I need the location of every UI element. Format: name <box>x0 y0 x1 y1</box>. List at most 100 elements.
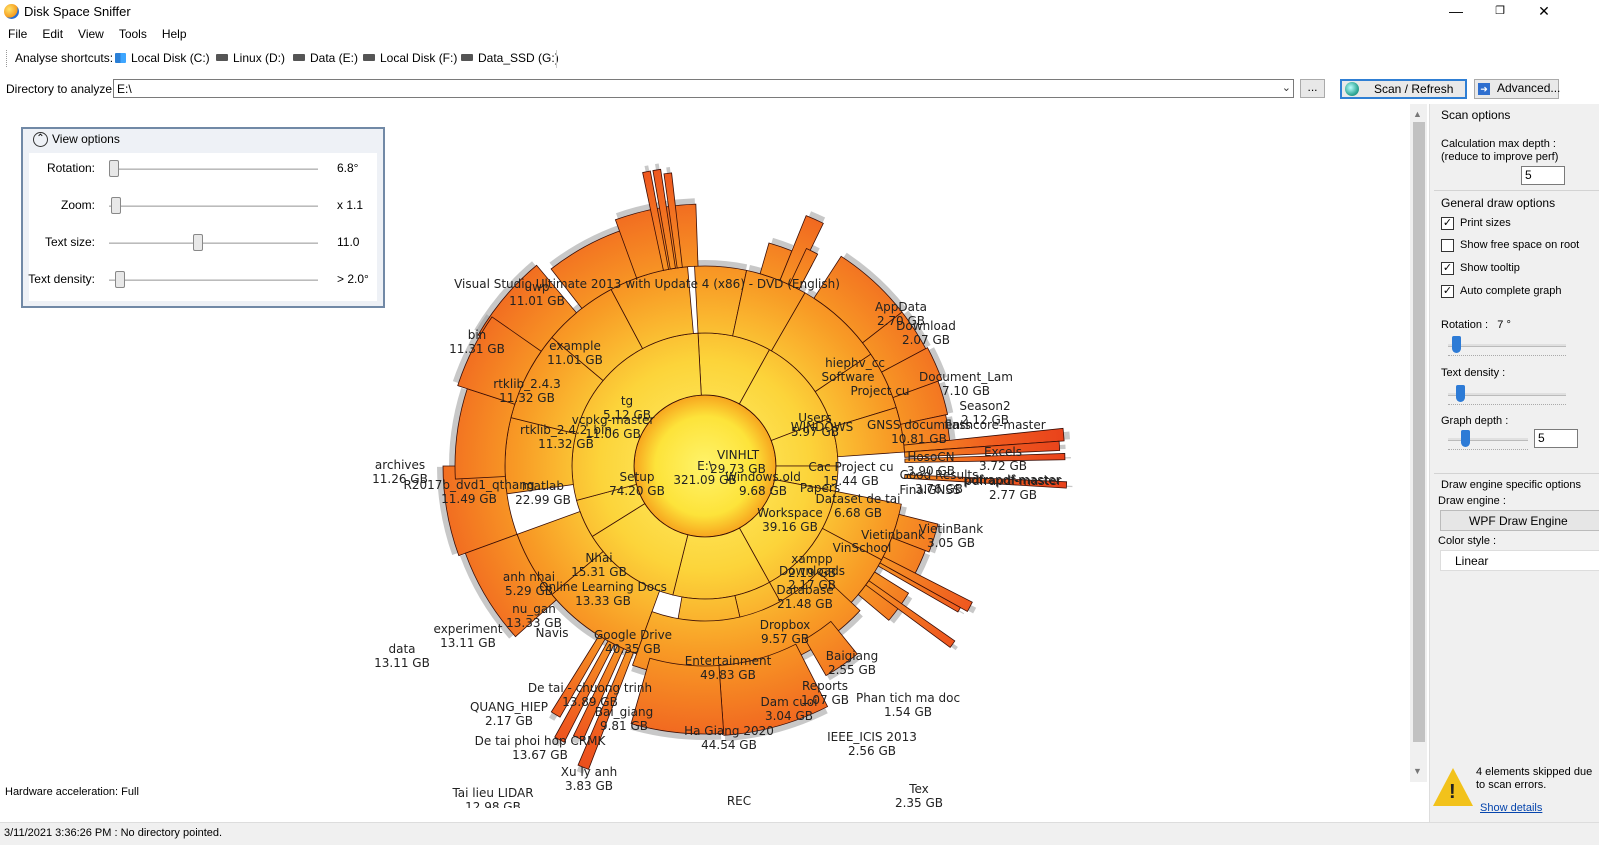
overlay-label: VinSchool <box>833 541 892 555</box>
advanced-label: Advanced... <box>1497 81 1561 95</box>
text-density-slider[interactable] <box>1448 385 1566 407</box>
directory-row: Directory to analyze : E:\ ⌄ ... Scan / … <box>0 76 1599 102</box>
ring2-label-size: 44.54 GB <box>701 738 757 752</box>
text-density-slider[interactable] <box>109 279 318 281</box>
ring2-label-size: 11.49 GB <box>441 492 497 506</box>
ring3-label-name: data <box>388 642 415 656</box>
ring3-label-name: REC <box>727 794 751 808</box>
graph-depth-input[interactable]: 5 <box>1534 429 1578 448</box>
rotation-slider-thumb[interactable] <box>1452 336 1461 353</box>
ring1-label-name: Setup <box>620 470 655 484</box>
overlay-label: Papers <box>800 481 840 495</box>
drive-shortcut-e[interactable]: Data (E:) <box>293 51 358 65</box>
overlay-label: pdfrapdf-master <box>963 473 1060 487</box>
drive-icon <box>293 54 305 62</box>
overlay-label: FinalGNSS <box>899 483 960 497</box>
text-density-label: Text density: <box>28 272 95 286</box>
text-density-row: Text density: > 2.0° <box>28 270 377 290</box>
overlay-label: Navis <box>535 626 568 640</box>
text-size-slider[interactable] <box>109 242 318 244</box>
drive-shortcut-f[interactable]: Local Disk (F:) <box>363 51 457 65</box>
ring2-label-name: anh nhai <box>503 570 555 584</box>
segment-shadow <box>666 167 671 174</box>
calc-depth-input[interactable]: 5 <box>1521 166 1565 185</box>
ring2-label-size: 9.68 GB <box>739 484 787 498</box>
minimize-button[interactable]: — <box>1433 0 1479 24</box>
graph-depth-slider[interactable] <box>1448 430 1528 452</box>
view-options-panel: ⌃ View options Rotation: 6.8° Zoom: x 1.1… <box>21 127 385 308</box>
graph-depth-slider-thumb[interactable] <box>1461 430 1470 447</box>
scroll-up-icon[interactable]: ▲ <box>1413 109 1422 119</box>
menu-edit[interactable]: Edit <box>34 24 70 43</box>
scroll-down-icon[interactable]: ▼ <box>1413 766 1422 776</box>
ring3-label-name: experiment <box>434 622 503 636</box>
ring3-label-size: 11.32 GB <box>499 391 555 405</box>
ring2-label-name: Ha Giang 2020 <box>684 724 774 738</box>
text-density-slider-thumb[interactable] <box>1456 385 1465 402</box>
engine-options-header: Draw engine specific options <box>1441 479 1582 491</box>
scrollbar-thumb[interactable] <box>1413 122 1425 742</box>
drive-icon <box>216 54 228 62</box>
maximize-button[interactable]: ❐ <box>1477 0 1523 24</box>
ring2-label-size: 3.04 GB <box>765 709 813 723</box>
ring3-label-size: 12.98 GB <box>465 800 521 808</box>
rotation-slider[interactable] <box>1448 336 1566 358</box>
scan-refresh-button[interactable]: Scan / Refresh <box>1340 79 1467 99</box>
text-density-slider-thumb[interactable] <box>115 271 125 288</box>
ring2-label-name: Downloads <box>779 564 845 578</box>
auto-complete-checkbox[interactable]: ✓ <box>1441 285 1454 298</box>
ring3-label-size: 2.17 GB <box>485 714 533 728</box>
ring2-label-size: 5.29 GB <box>505 584 553 598</box>
directory-combobox[interactable]: E:\ ⌄ <box>113 79 1294 98</box>
close-button[interactable]: ✕ <box>1521 0 1567 24</box>
overlay-label: Project cu <box>850 384 909 398</box>
zoom-slider-thumb[interactable] <box>111 197 121 214</box>
menu-view[interactable]: View <box>70 24 111 43</box>
drive-label: Local Disk (F:) <box>380 51 458 65</box>
drive-shortcut-d[interactable]: Linux (D:) <box>216 51 285 65</box>
overlay-label: Visual Studio Ultimate 2013 with Update … <box>454 277 840 291</box>
ring3-label-size: 11.01 GB <box>509 294 565 308</box>
chevron-down-icon[interactable]: ⌄ <box>1282 81 1291 94</box>
print-sizes-checkbox[interactable]: ✓ <box>1441 217 1454 230</box>
ring3-label-name: Reports <box>802 679 848 693</box>
vertical-scrollbar[interactable]: ▲ ▼ <box>1410 104 1427 782</box>
menu-tools[interactable]: Tools <box>111 24 154 43</box>
ring3-label-size: 1.07 GB <box>801 693 849 707</box>
show-tooltip-checkbox[interactable]: ✓ <box>1441 262 1454 275</box>
draw-engine-label: Draw engine : <box>1438 495 1506 507</box>
color-style-select[interactable]: Linear <box>1440 550 1599 571</box>
rotation-label: Rotation : 7 ° <box>1441 319 1511 331</box>
drive-shortcut-c[interactable]: Local Disk (C:) <box>115 51 210 65</box>
divider <box>1434 190 1599 191</box>
show-details-link[interactable]: Show details <box>1480 802 1542 814</box>
ring3-label-name: Tai lieu LIDAR <box>451 786 533 800</box>
ring1-label-size: 13.33 GB <box>575 594 631 608</box>
zoom-slider[interactable] <box>109 205 318 207</box>
advanced-button[interactable]: ➜ Advanced... <box>1474 79 1561 99</box>
ring3-label-name: De tai phoi hop CRMK <box>475 734 607 748</box>
chevron-up-icon[interactable]: ⌃ <box>33 132 48 148</box>
zoom-value: x 1.1 <box>337 198 364 212</box>
show-free-space-checkbox[interactable] <box>1441 239 1454 252</box>
rotation-slider[interactable] <box>109 168 318 170</box>
segment-shadow <box>958 610 965 615</box>
toolbar-grip[interactable] <box>6 50 9 67</box>
ring2-label-name: Cac Project cu <box>808 460 893 474</box>
ring2-label-size: 2.17 GB <box>788 578 836 592</box>
drive-label: Linux (D:) <box>233 51 286 65</box>
color-style-label: Color style : <box>1438 535 1497 547</box>
browse-button[interactable]: ... <box>1300 79 1325 98</box>
text-size-slider-thumb[interactable] <box>193 234 203 251</box>
menu-file[interactable]: File <box>0 24 34 43</box>
view-options-header[interactable]: ⌃ View options <box>33 132 120 148</box>
ring1-label-name: VINHLT <box>717 448 760 462</box>
draw-engine-select[interactable]: WPF Draw Engine <box>1440 510 1599 531</box>
drive-shortcut-g[interactable]: Data_SSD (G:) <box>461 51 559 65</box>
ring3-label-name: IEEE_ICIS 2013 <box>827 730 917 744</box>
menu-help[interactable]: Help <box>154 24 194 43</box>
segment-shadow <box>1064 457 1071 459</box>
drive-icon <box>363 54 375 62</box>
ring1-label-size: 15.31 GB <box>571 565 627 579</box>
rotation-slider-thumb[interactable] <box>109 160 119 177</box>
